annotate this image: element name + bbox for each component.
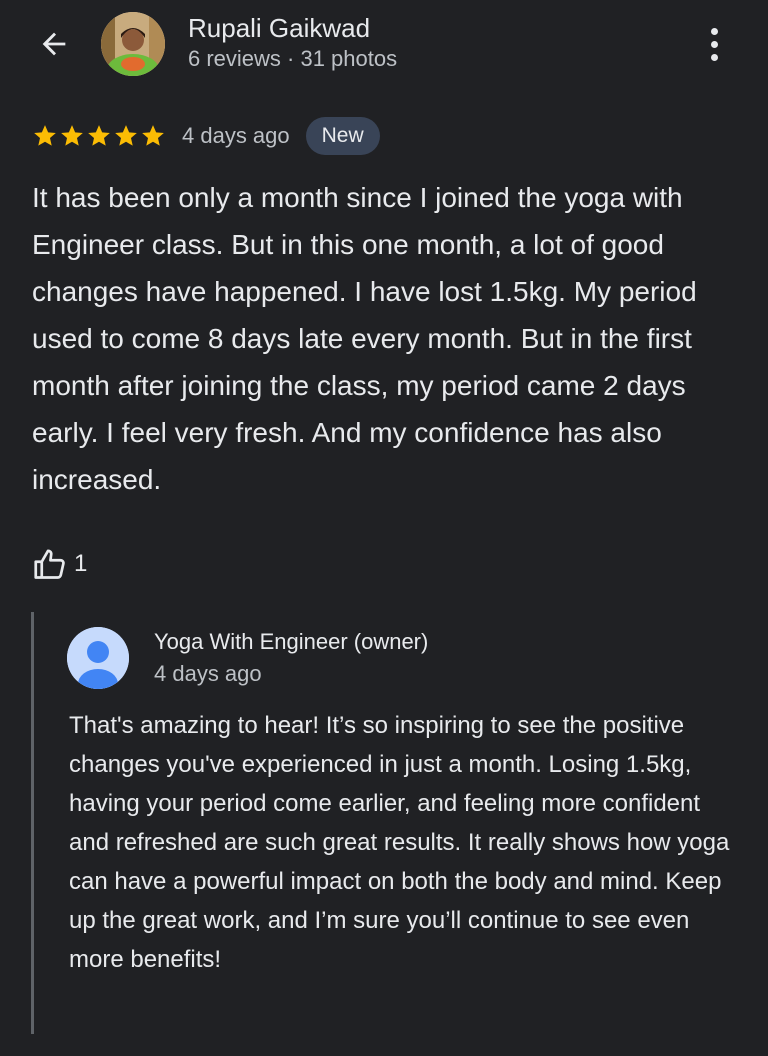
like-count: 1 — [74, 550, 88, 577]
owner-name: Yoga With Engineer (owner) — [154, 629, 429, 654]
like-button[interactable]: 1 — [32, 544, 87, 584]
reviewer-stats: 6 reviews · 31 photos — [188, 46, 398, 71]
rating-row: 4 days ago New — [32, 116, 380, 156]
new-badge: New — [305, 117, 380, 155]
star-icon — [115, 125, 137, 146]
review-text: It has been only a month since I joined … — [32, 182, 697, 495]
star-icon — [88, 125, 110, 146]
reviewer-name[interactable]: Rupali Gaikwad — [188, 12, 370, 44]
more-options-button[interactable] — [696, 22, 732, 66]
star-icon — [142, 125, 164, 146]
star-icon — [61, 125, 83, 146]
review-date: 4 days ago — [182, 123, 290, 148]
star-icon — [34, 125, 56, 146]
owner-reply-date: 4 days ago — [154, 661, 262, 686]
back-button[interactable] — [32, 22, 76, 66]
more-vert-icon — [710, 27, 718, 35]
star-rating — [32, 123, 166, 149]
thumb-up-icon — [34, 549, 65, 579]
owner-reply: Yoga With Engineer (owner) 4 days ago Th… — [31, 612, 748, 1034]
default-person-avatar-icon — [67, 627, 129, 689]
arrow-back-icon — [42, 32, 66, 56]
review-header: Rupali Gaikwad 6 reviews · 31 photos — [0, 0, 768, 100]
reviewer-avatar[interactable] — [101, 12, 165, 76]
owner-reply-text: That's amazing to hear! It’s so inspirin… — [69, 712, 730, 973]
reviewer-photo — [101, 12, 165, 76]
